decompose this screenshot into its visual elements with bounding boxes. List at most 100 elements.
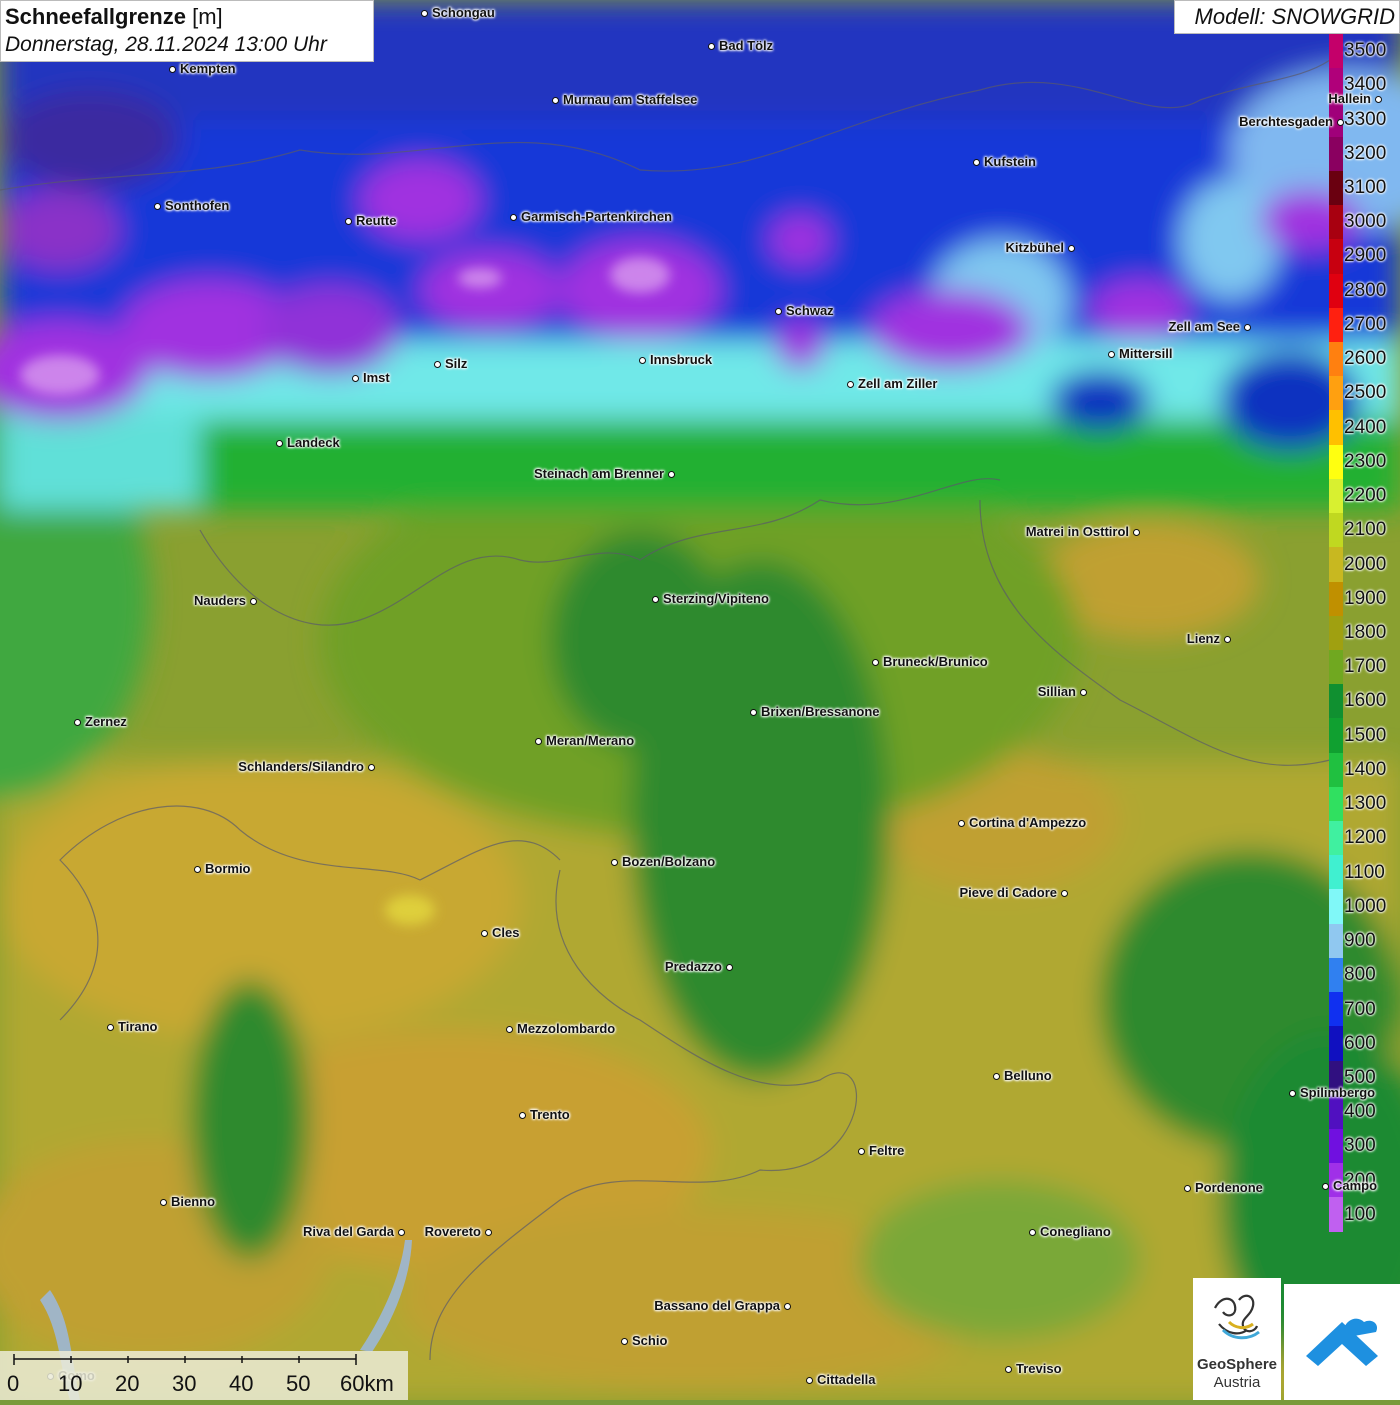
city-label: Sonthofen <box>165 198 230 213</box>
city-label: Kempten <box>180 61 236 76</box>
city-label: Reutte <box>356 213 397 228</box>
legend-swatch <box>1329 855 1343 890</box>
city-marker-icon <box>1132 528 1140 536</box>
scale-tick-50: 50 <box>286 1371 311 1396</box>
city-label: Imst <box>363 370 390 385</box>
legend-label: 2500 <box>1344 382 1387 404</box>
city-label: Bassano del Grappa <box>654 1298 780 1313</box>
legend-swatch <box>1329 786 1343 822</box>
city-label: Sillian <box>1037 684 1076 699</box>
city-marker-icon <box>505 1025 513 1033</box>
legend-swatch <box>1329 478 1343 514</box>
legend-swatch <box>1329 649 1343 685</box>
city-marker-icon <box>1336 118 1344 126</box>
city-label: Zernez <box>85 714 127 729</box>
city-marker-icon <box>783 1302 791 1310</box>
city-label: Cles <box>492 925 520 940</box>
snowgrid-logo[interactable] <box>1284 1284 1400 1400</box>
city-label: Cortina d'Ampezzo <box>969 815 1087 830</box>
legend-swatch <box>1329 957 1343 993</box>
legend-swatch <box>1329 1026 1343 1061</box>
city-label: Bozen/Bolzano <box>622 854 716 869</box>
city-marker-icon <box>871 658 879 666</box>
city-marker-icon <box>1079 688 1087 696</box>
city-label: Nauders <box>193 593 246 608</box>
city-marker-icon <box>992 1072 1000 1080</box>
legend-swatch <box>1329 1197 1343 1232</box>
legend-label: 100 <box>1344 1203 1376 1225</box>
city-label: Sterzing/Vipiteno <box>663 591 769 606</box>
city-label: Mittersill <box>1119 346 1173 361</box>
city-label: Pordenone <box>1195 1180 1263 1195</box>
city-marker-icon <box>106 1023 114 1031</box>
legend-swatch <box>1329 1129 1343 1164</box>
legend-swatch <box>1329 205 1343 240</box>
legend-label: 1700 <box>1344 656 1387 678</box>
city-marker-icon <box>509 213 517 221</box>
city-label: Campo <box>1333 1178 1378 1193</box>
city-marker-icon <box>1183 1184 1191 1192</box>
city-marker-icon <box>168 65 176 73</box>
scale-tick-20: 20 <box>115 1371 140 1396</box>
legend-label: 1000 <box>1344 895 1387 917</box>
city-marker-icon <box>846 380 854 388</box>
legend-label: 3000 <box>1344 211 1387 233</box>
city-marker-icon <box>1067 244 1075 252</box>
city-marker-icon <box>610 858 618 866</box>
city-label: Rovereto <box>424 1224 481 1239</box>
legend-swatch <box>1329 547 1343 582</box>
city-marker-icon <box>480 929 488 937</box>
legend-swatch <box>1329 410 1343 445</box>
geosphere-logo-icon <box>1214 1294 1260 1340</box>
city-label: Tirano <box>118 1019 158 1034</box>
city-label: Feltre <box>869 1143 905 1158</box>
city-marker-icon <box>249 597 257 605</box>
legend-label: 2200 <box>1344 485 1387 507</box>
city-marker-icon <box>193 865 201 873</box>
map-datetime: Donnerstag, 28.11.2024 13:00 Uhr <box>5 33 327 56</box>
legend-label: 2400 <box>1344 416 1387 438</box>
legend-label: 1900 <box>1344 587 1387 609</box>
legend-swatch <box>1329 376 1343 411</box>
scale-tick-40: 40 <box>229 1371 254 1396</box>
city-label: Schio <box>632 1333 668 1348</box>
city-marker-icon <box>1243 323 1251 331</box>
city-marker-icon <box>534 737 542 745</box>
city-label: Silz <box>445 356 468 371</box>
legend-swatch <box>1329 136 1343 171</box>
legend-label: 1800 <box>1344 622 1387 643</box>
legend-swatch <box>1329 170 1343 206</box>
city-label: Bormio <box>205 861 251 876</box>
city-label: Zell am Ziller <box>858 376 938 391</box>
city-label: Trento <box>530 1107 570 1122</box>
city-label: Schlanders/Silandro <box>238 759 364 774</box>
city-label: Brixen/Bressanone <box>761 704 880 719</box>
city-marker-icon <box>397 1228 405 1236</box>
legend-label: 2300 <box>1344 450 1387 472</box>
city-label: Lienz <box>1186 631 1220 646</box>
scale-tick-10: 10 <box>58 1371 83 1396</box>
legend-swatch <box>1329 718 1343 753</box>
city-marker-icon <box>774 307 782 315</box>
city-marker-icon <box>1004 1365 1012 1373</box>
geosphere-logo[interactable]: GeoSphere Austria <box>1193 1278 1281 1400</box>
city-marker-icon <box>518 1111 526 1119</box>
city-marker-icon <box>972 158 980 166</box>
city-label: Meran/Merano <box>546 733 635 748</box>
geosphere-logo-text-1: GeoSphere <box>1196 1356 1278 1373</box>
legend-label: 1400 <box>1344 758 1387 780</box>
city-marker-icon <box>1028 1228 1036 1236</box>
legend-swatch <box>1329 752 1343 787</box>
city-label: Berchtesgaden <box>1239 114 1333 129</box>
city-marker-icon <box>551 96 559 104</box>
legend-label: 2800 <box>1344 279 1387 301</box>
legend-swatch <box>1329 34 1343 69</box>
city-marker-icon <box>805 1376 813 1384</box>
legend-label: 3300 <box>1344 108 1387 130</box>
legend-label: 1500 <box>1344 724 1387 746</box>
legend-swatch <box>1329 889 1343 924</box>
city-marker-icon <box>484 1228 492 1236</box>
city-marker-icon <box>620 1337 628 1345</box>
city-marker-icon <box>420 9 428 17</box>
city-label: Predazzo <box>664 959 722 974</box>
